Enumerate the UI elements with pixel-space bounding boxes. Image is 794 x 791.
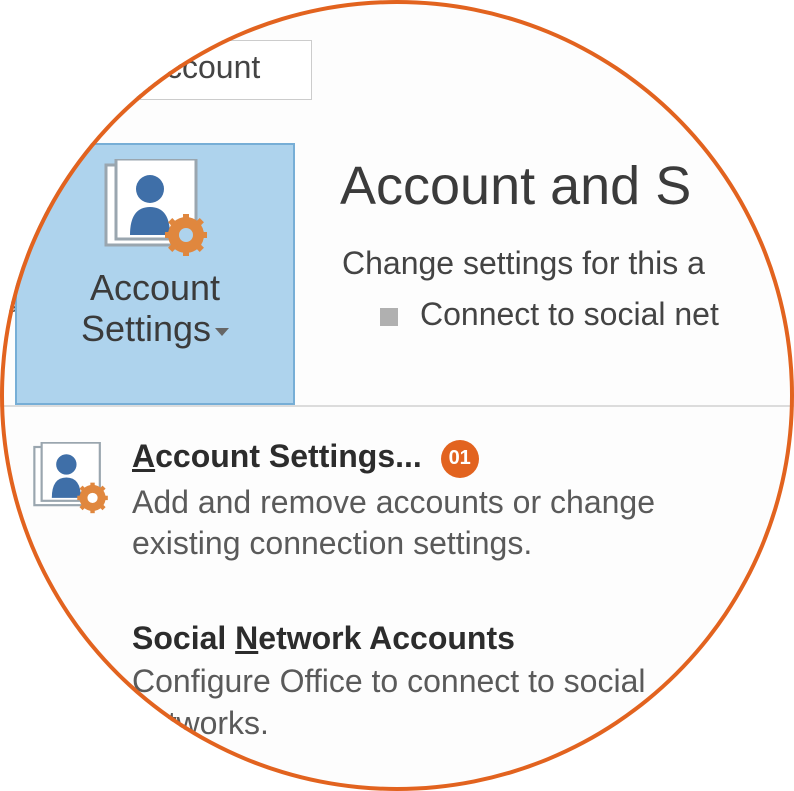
pane-bullet-text: Connect to social net (420, 296, 719, 332)
menu-item2-title-pre: Social (132, 620, 235, 656)
account-tab-fragment: ccount (140, 40, 312, 100)
menu-item1-title-accel: A (132, 438, 155, 474)
pane-subtitle: Change settings for this a (342, 245, 705, 282)
pane-bullet-connect: Connect to social net (380, 296, 719, 333)
menu-item2-title-post: etwork Accounts (258, 620, 515, 656)
account-settings-icon (17, 159, 293, 259)
square-bullet-icon (380, 308, 398, 326)
menu-item2-title-accel: N (235, 620, 258, 656)
account-settings-label-line1: Account (17, 267, 293, 308)
menu-item1-description: Add and remove accounts or change existi… (132, 482, 760, 565)
pane-title: Account and S (340, 155, 691, 217)
menu-item-account-settings[interactable]: Account Settings... 01 Add and remove ac… (30, 438, 760, 565)
social-network-menu-icon (30, 620, 110, 703)
menu-item1-title-rest: ccount Settings... (155, 438, 422, 474)
account-settings-label-line2: Settings (81, 308, 211, 349)
callout-badge-01: 01 (441, 440, 479, 478)
chevron-down-icon (215, 328, 229, 336)
divider (0, 405, 794, 407)
account-settings-dropdown-button[interactable]: Account Settings (15, 143, 295, 405)
menu-item2-description: Configure Office to connect to social ne… (132, 661, 760, 744)
menu-item-social-network-accounts[interactable]: Social Network Accounts Configure Office… (30, 620, 760, 744)
account-settings-menu-icon (30, 438, 110, 521)
